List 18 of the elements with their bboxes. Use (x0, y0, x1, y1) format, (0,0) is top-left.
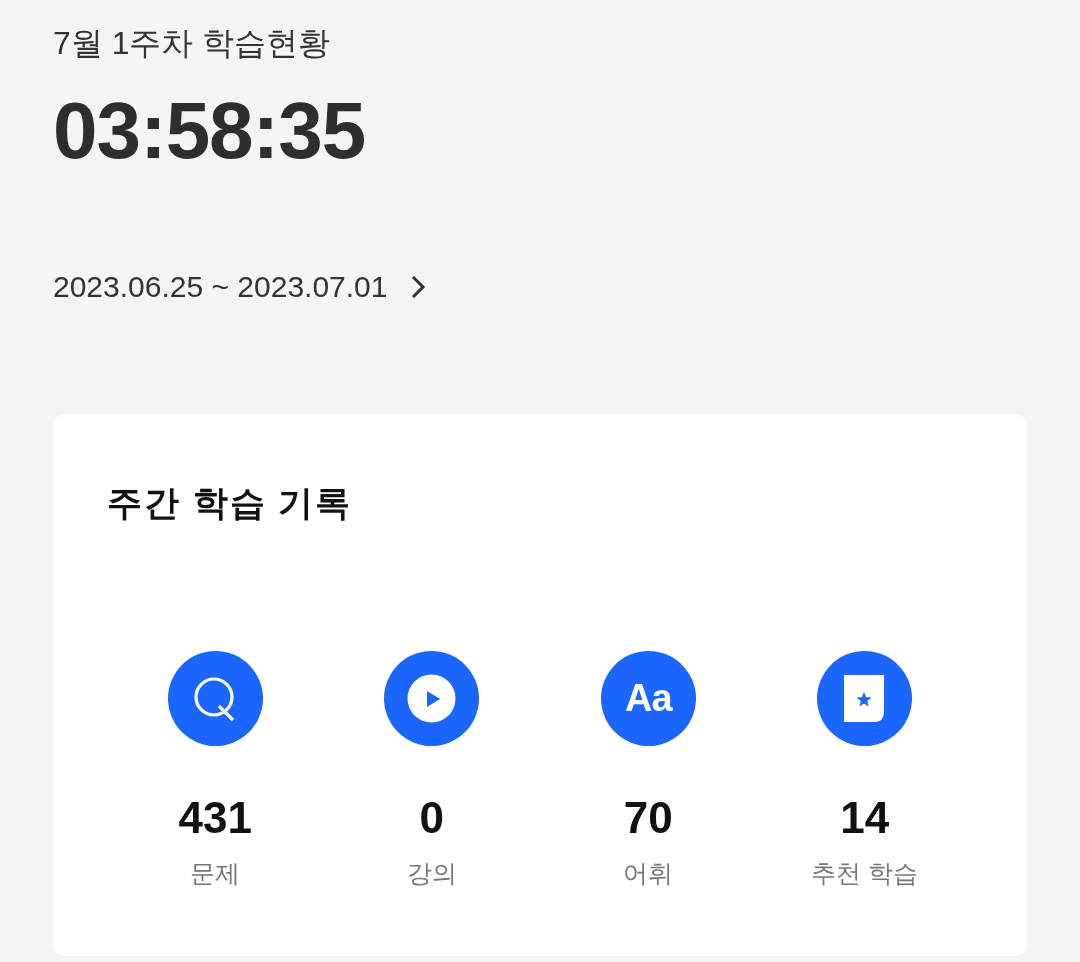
stat-value: 0 (419, 792, 444, 844)
stat-label: 추천 학습 (811, 858, 919, 889)
date-range: 2023.06.25 ~ 2023.07.01 (53, 269, 388, 305)
chevron-right-icon (409, 275, 428, 299)
stat-value: 14 (840, 792, 890, 844)
page-title: 7월 1주차 학습현황 (53, 24, 331, 63)
card-title: 주간 학습 기록 (107, 482, 353, 524)
star-page-icon (817, 651, 913, 746)
letters-icon: Aa (600, 651, 696, 746)
stat-value: 431 (178, 792, 252, 844)
stat-value: 70 (623, 792, 673, 844)
next-week-button[interactable] (409, 275, 428, 299)
stat-label: 어휘 (623, 858, 674, 889)
q-icon (167, 651, 263, 746)
stat-label: 강의 (406, 858, 457, 889)
stat-label: 문제 (190, 858, 241, 889)
total-study-time: 03:58:35 (53, 86, 366, 176)
play-icon (384, 651, 480, 746)
